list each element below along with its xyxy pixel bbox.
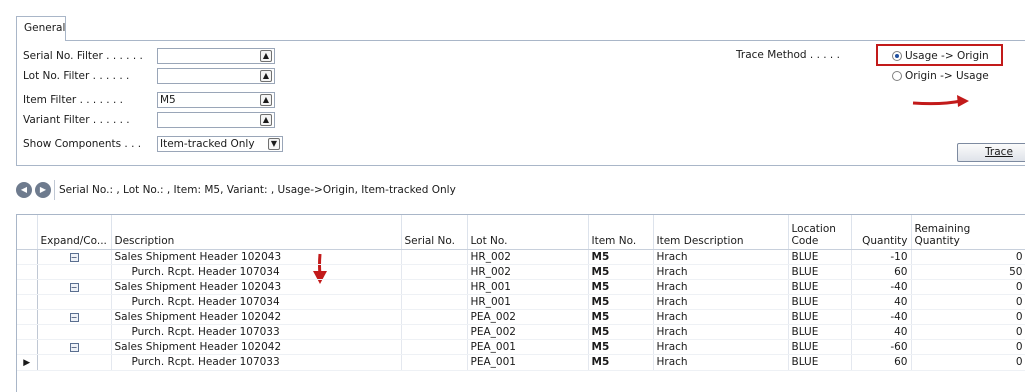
table-row[interactable]: − Sales Shipment Header 102042 PEA_001 M… [17,339,1025,355]
col-quantity[interactable]: Quantity [851,215,912,250]
tab-general[interactable]: General [16,16,66,41]
radio-unselected-icon [892,71,902,81]
lookup-arrow-icon[interactable]: ▲ [260,50,272,62]
row-selector[interactable] [17,264,38,280]
row-selector[interactable] [17,324,38,340]
forward-icon[interactable]: ▶ [35,182,51,198]
col-item-description[interactable]: Item Description [653,215,789,250]
show-components-row: Show Components . . . Item-tracked Only … [23,136,283,152]
table-row[interactable]: − Sales Shipment Header 102043 HR_002 M5… [17,249,1025,265]
row-selector[interactable] [17,309,38,325]
serial-no-filter-label: Serial No. Filter . . . . . . [23,50,143,62]
back-icon[interactable]: ◀ [16,182,32,198]
table-row[interactable]: − Sales Shipment Header 102042 PEA_002 M… [17,309,1025,325]
lookup-arrow-icon[interactable]: ▲ [260,70,272,82]
collapse-icon[interactable]: − [69,342,79,352]
lot-no-filter-row: Lot No. Filter . . . . . . ▲ [23,68,275,84]
serial-no-filter-input[interactable]: ▲ [157,48,275,64]
expand-cell[interactable]: − [37,309,112,325]
table-row[interactable]: Purch. Rcpt. Header 107034 HR_002 M5 Hra… [17,264,1025,280]
annotation-arrow-right-icon [912,95,969,107]
col-lot-no[interactable]: Lot No. [467,215,589,250]
trace-table: Expand/Co... Description Serial No. Lot … [17,215,1025,371]
row-selector[interactable] [17,279,38,295]
radio-usage-origin[interactable]: Usage -> Origin [892,50,989,62]
selector-header [17,215,38,250]
table-header: Expand/Co... Description Serial No. Lot … [17,215,1025,250]
expand-cell[interactable]: − [37,339,112,355]
col-remaining-quantity[interactable]: Remaining Quantity [911,215,1025,250]
row-selector[interactable] [17,249,38,265]
trace-summary: Serial No.: , Lot No.: , Item: M5, Varia… [54,180,1025,200]
dropdown-arrow-icon[interactable]: ▼ [268,138,280,150]
variant-filter-row: Variant Filter . . . . . . ▲ [23,112,275,128]
row-selector[interactable] [17,294,38,310]
trace-grid: Expand/Co... Description Serial No. Lot … [16,214,1025,392]
collapse-icon[interactable]: − [69,282,79,292]
variant-filter-input[interactable]: ▲ [157,112,275,128]
col-serial-no[interactable]: Serial No. [401,215,468,250]
radio-origin-usage[interactable]: Origin -> Usage [892,70,989,82]
col-location-code[interactable]: Location Code [788,215,852,250]
lookup-arrow-icon[interactable]: ▲ [260,114,272,126]
table-row[interactable]: Purch. Rcpt. Header 107033 PEA_002 M5 Hr… [17,324,1025,340]
table-row[interactable]: − Sales Shipment Header 102043 HR_001 M5… [17,279,1025,295]
table-row[interactable]: ▶ Purch. Rcpt. Header 107033 PEA_001 M5 … [17,354,1025,371]
trace-method-label: Trace Method . . . . . [736,49,840,61]
col-expand[interactable]: Expand/Co... [37,215,112,250]
item-filter-input[interactable]: M5 ▲ [157,92,275,108]
lot-no-filter-label: Lot No. Filter . . . . . . [23,70,130,82]
serial-no-filter-row: Serial No. Filter . . . . . . ▲ [23,48,275,64]
radio-selected-icon [892,51,902,61]
variant-filter-label: Variant Filter . . . . . . [23,114,130,126]
row-selector[interactable]: ▶ [17,354,38,371]
item-filter-row: Item Filter . . . . . . . M5 ▲ [23,92,275,108]
col-item-no[interactable]: Item No. [588,215,654,250]
col-description[interactable]: Description [111,215,402,250]
general-panel: Serial No. Filter . . . . . . ▲ Lot No. … [16,40,1025,166]
item-filter-label: Item Filter . . . . . . . [23,94,123,106]
row-selector[interactable] [17,339,38,355]
collapse-icon[interactable]: − [69,252,79,262]
lot-no-filter-input[interactable]: ▲ [157,68,275,84]
table-row[interactable]: Purch. Rcpt. Header 107034 HR_001 M5 Hra… [17,294,1025,310]
show-components-select[interactable]: Item-tracked Only ▼ [157,136,283,152]
lookup-arrow-icon[interactable]: ▲ [260,94,272,106]
show-components-label: Show Components . . . [23,138,142,150]
collapse-icon[interactable]: − [69,312,79,322]
nav-bar: ◀ ▶ Serial No.: , Lot No.: , Item: M5, V… [16,177,1025,203]
expand-cell[interactable]: − [37,279,112,295]
expand-cell[interactable]: − [37,249,112,265]
trace-button[interactable]: Trace [957,143,1025,162]
tab-bar: General [0,0,1025,41]
current-row-arrow-icon: ▶ [23,357,31,368]
